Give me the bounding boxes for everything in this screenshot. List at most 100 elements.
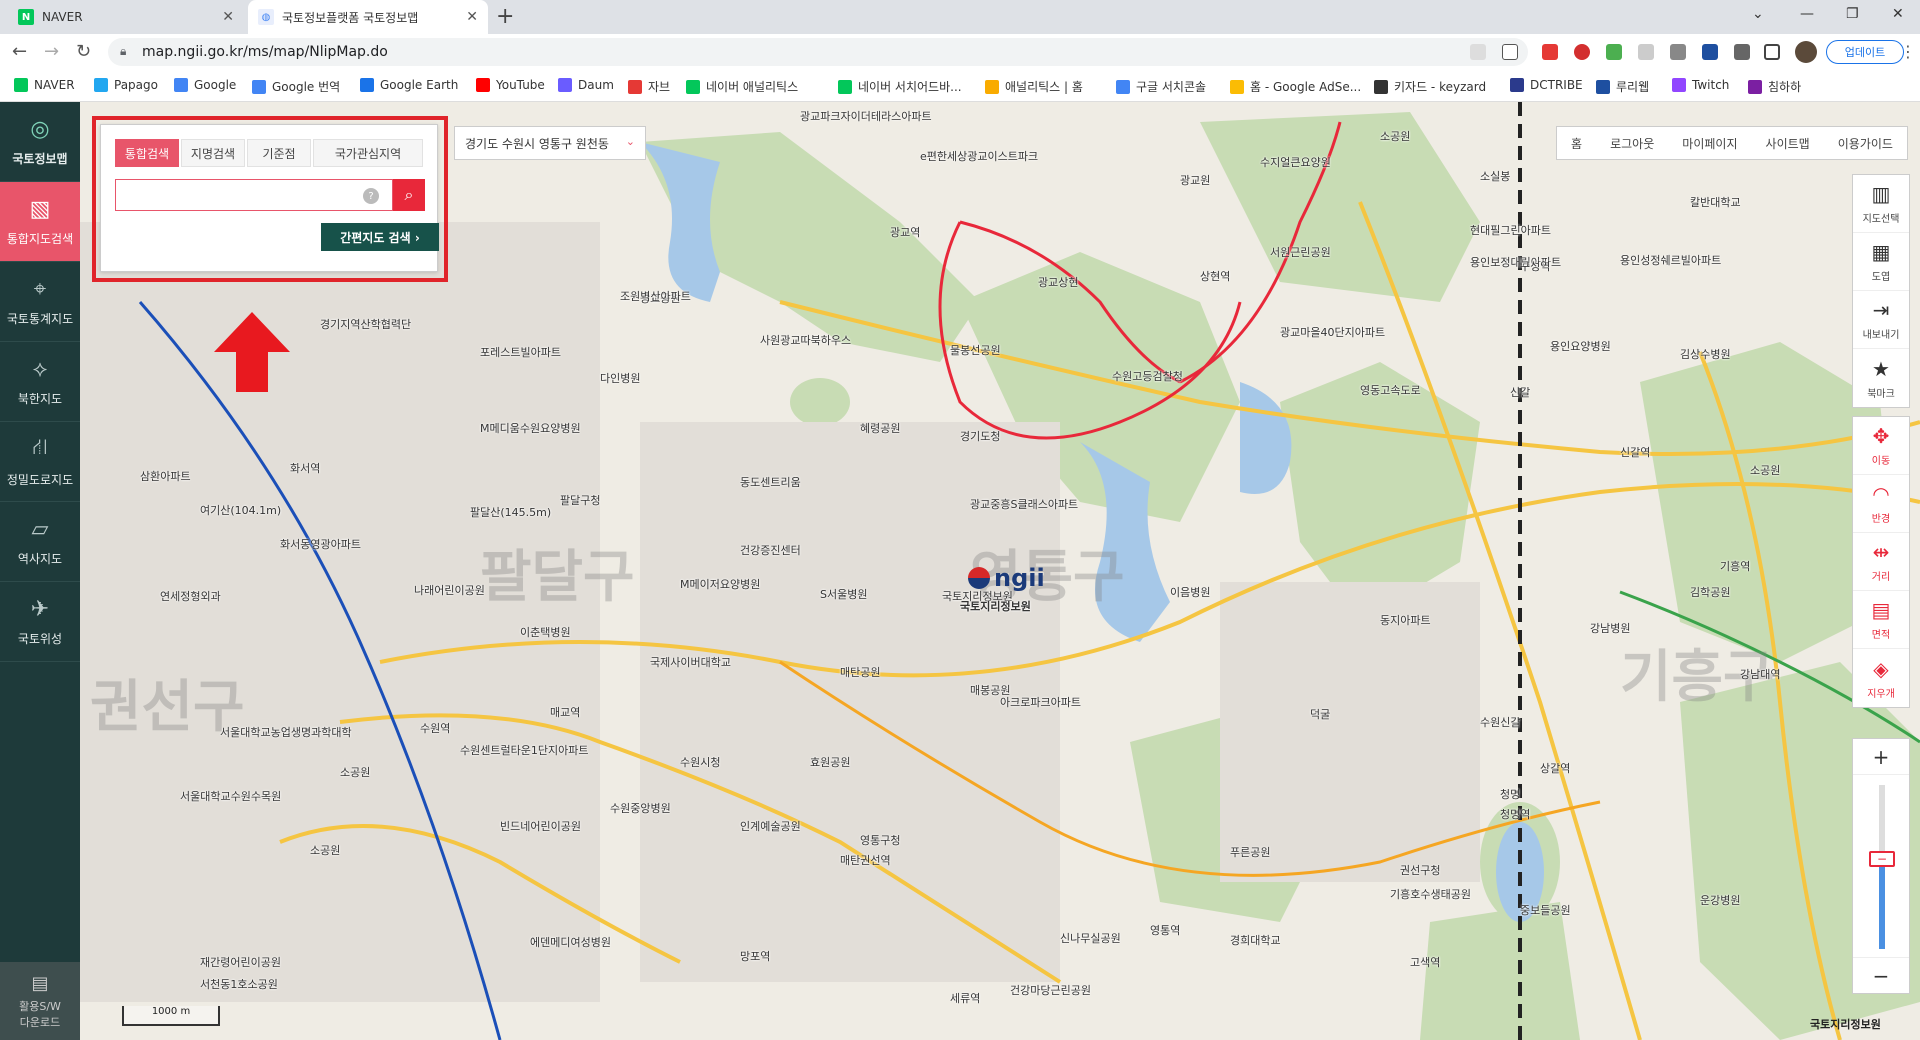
map-place-label: 수원시청	[680, 756, 721, 769]
sidenav-item-history-map[interactable]: ▱ 역사지도	[0, 502, 80, 582]
extension-icon[interactable]	[1542, 44, 1558, 60]
update-button[interactable]: 업데이트	[1826, 40, 1904, 64]
new-tab-button[interactable]: +	[496, 4, 514, 29]
bookmark-item[interactable]: 네이버 서치어드바...	[838, 78, 962, 95]
bookmark-item[interactable]: NAVER	[14, 78, 75, 92]
map-place-label: 신갈역	[1620, 446, 1651, 459]
extension-icon[interactable]	[1670, 44, 1686, 60]
bookmark-label: Twitch	[1692, 78, 1730, 92]
menu-mypage[interactable]: 마이페이지	[1682, 135, 1737, 152]
move-icon: ✥	[1872, 424, 1890, 448]
restore-button[interactable]: ❐	[1846, 6, 1859, 22]
scale-bar: 1000 m	[122, 1006, 220, 1026]
extension-icon[interactable]	[1638, 44, 1654, 60]
eraser-button[interactable]: ◈ 지우개	[1853, 649, 1909, 707]
search-input[interactable]	[115, 179, 393, 211]
bookmark-button[interactable]: ★ 북마크	[1853, 349, 1909, 407]
bookmark-item[interactable]: DCTRIBE	[1510, 78, 1583, 92]
zoom-out-button[interactable]: −	[1853, 957, 1909, 993]
toolbar-label: 지우개	[1867, 688, 1895, 700]
map-place-label: 이음병원	[1170, 586, 1211, 599]
easy-map-search-button[interactable]: 간편지도 검색 ›	[321, 223, 439, 251]
move-button[interactable]: ✥ 이동	[1853, 417, 1909, 475]
bookmark-item[interactable]: Daum	[558, 78, 614, 92]
menu-guide[interactable]: 이용가이드	[1838, 135, 1893, 152]
sidenav-item-home[interactable]: ◎ 국토정보맵	[0, 102, 80, 182]
sidenav-item-label: 북한지도	[17, 391, 63, 406]
bookmark-item[interactable]: Twitch	[1672, 78, 1729, 92]
bookmark-favicon-icon	[1230, 79, 1244, 94]
tab-naver[interactable]: N NAVER ✕	[8, 0, 244, 34]
menu-sitemap[interactable]: 사이트맵	[1766, 135, 1810, 152]
bookmark-item[interactable]: 네이버 애널리틱스	[686, 78, 798, 95]
map-place-label: 화서역	[290, 462, 321, 475]
sidenav-item-stats-map[interactable]: ⌖ 국토통계지도	[0, 262, 80, 342]
map-place-label: S서울병원	[820, 588, 868, 601]
bookmark-star-icon[interactable]	[1502, 44, 1518, 60]
zoom-in-button[interactable]: +	[1853, 739, 1909, 775]
menu-icon[interactable]: ⋮	[1900, 42, 1916, 61]
sidenav-item-north-korea-map[interactable]: ⟡ 북한지도	[0, 342, 80, 422]
extension-icon[interactable]	[1702, 44, 1718, 60]
puzzle-icon[interactable]	[1734, 44, 1750, 60]
sidenav-item-integrated-search[interactable]: ▧ 통합지도검색	[0, 182, 80, 262]
tab-integrated-search[interactable]: 통합검색	[115, 139, 179, 167]
bookmark-item[interactable]: Google Earth	[360, 78, 458, 92]
map-place-label: 팔달산(145.5m)	[470, 506, 552, 519]
map-place-label: 신갈	[1510, 386, 1531, 399]
software-download-button[interactable]: ▤ 활용S/W 다운로드	[0, 962, 80, 1040]
url-bar[interactable]: 🔒︎ map.ngii.go.kr/ms/map/NlipMap.do	[108, 38, 1528, 66]
bookmark-item[interactable]: 키자드 - keyzard	[1374, 78, 1486, 95]
close-window-button[interactable]: ✕	[1892, 6, 1904, 22]
menu-logout[interactable]: 로그아웃	[1610, 135, 1654, 152]
bookmark-item[interactable]: 루리웹	[1596, 78, 1649, 95]
sheet-button[interactable]: ▦ 도엽	[1853, 233, 1909, 291]
bookmark-item[interactable]: Google 번역	[252, 78, 340, 95]
sidenav-item-satellite[interactable]: ✈ 국토위성	[0, 582, 80, 662]
help-icon[interactable]: ?	[363, 188, 379, 204]
bookmark-item[interactable]: Papago	[94, 78, 158, 92]
bookmark-item[interactable]: 홈 - Google AdSe...	[1230, 78, 1361, 95]
distance-button[interactable]: ⇹ 거리	[1853, 533, 1909, 591]
tab-search-icon[interactable]: ⌄	[1752, 6, 1764, 22]
toolbar-label: 이동	[1871, 456, 1891, 467]
location-select[interactable]: 경기도 수원시 영통구 원천동 ⌄	[454, 126, 646, 160]
bookmark-item[interactable]: 침하하	[1748, 78, 1801, 95]
lock-icon: 🔒︎	[120, 44, 127, 58]
close-tab-icon[interactable]: ✕	[466, 9, 478, 25]
tab-control-point[interactable]: 기준점	[247, 139, 311, 167]
area-button[interactable]: ▤ 면적	[1853, 591, 1909, 649]
bookmark-favicon-icon	[1510, 78, 1524, 92]
bookmark-item[interactable]: 애널리틱스 | 홈	[985, 78, 1083, 95]
tab-title: NAVER	[42, 10, 83, 24]
export-button[interactable]: ⇥ 내보내기	[1853, 291, 1909, 349]
minimize-button[interactable]: —	[1800, 6, 1814, 22]
sidenav-item-road-map[interactable]: ⛙ 정밀도로지도	[0, 422, 80, 502]
extension-icon[interactable]	[1606, 44, 1622, 60]
adblock-icon[interactable]	[1574, 44, 1590, 60]
search-button[interactable]: ⌕	[393, 179, 425, 211]
map-place-label: 기흥호수생태공원	[1390, 888, 1471, 901]
bookmark-item[interactable]: 자브	[628, 78, 670, 95]
radius-button[interactable]: ◠ 반경	[1853, 475, 1909, 533]
tab-national-interest[interactable]: 국가관심지역	[313, 139, 423, 167]
bookmark-item[interactable]: 구글 서치콘솔	[1116, 78, 1206, 95]
reload-icon[interactable]: ↻	[76, 41, 91, 62]
bookmark-item[interactable]: YouTube	[476, 78, 545, 92]
zoom-handle[interactable]: −	[1869, 850, 1895, 867]
tab-ngii[interactable]: ◍ 국토정보플랫폼 국토정보맵 ✕	[248, 0, 488, 34]
close-tab-icon[interactable]: ✕	[222, 9, 234, 25]
map-select-button[interactable]: ▥ 지도선택	[1853, 175, 1909, 233]
bookmark-label: Google 번역	[272, 80, 341, 94]
toolbar-label: 반경	[1871, 514, 1891, 525]
sidepanel-icon[interactable]	[1764, 44, 1780, 60]
avatar[interactable]	[1795, 41, 1817, 63]
map-place-label: 김상수병원	[1680, 348, 1731, 361]
tab-place-search[interactable]: 지명검색	[181, 139, 245, 167]
forward-icon[interactable]: →	[44, 41, 59, 62]
menu-home[interactable]: 홈	[1571, 135, 1582, 152]
share-icon[interactable]	[1470, 44, 1486, 60]
back-icon[interactable]: ←	[12, 41, 27, 62]
bookmark-item[interactable]: Google	[174, 78, 236, 92]
search-icon: ⌕	[404, 185, 414, 204]
